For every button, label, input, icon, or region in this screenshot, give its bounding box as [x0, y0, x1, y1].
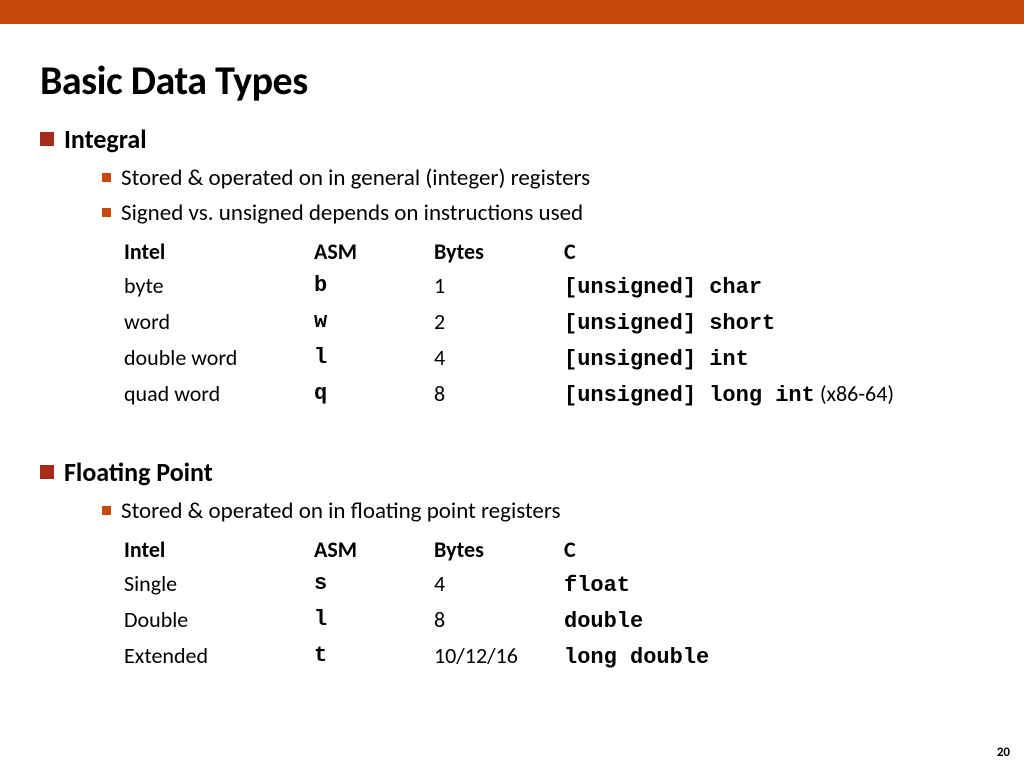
col-header-asm: ASM — [314, 235, 434, 269]
cell-asm: q — [314, 377, 434, 413]
cell-asm: l — [314, 603, 434, 639]
bullet-list: Stored & operated on in floating point r… — [102, 496, 984, 527]
cell-bytes: 8 — [434, 377, 564, 413]
cell-bytes: 2 — [434, 305, 564, 341]
col-header-intel: Intel — [124, 235, 314, 269]
table-row: Extended t 10/12/16 long double — [124, 639, 984, 675]
col-header-intel: Intel — [124, 533, 314, 567]
cell-bytes: 4 — [434, 341, 564, 377]
table-row: quad word q 8 [unsigned] long int (x86-6… — [124, 377, 984, 413]
table-row: double word l 4 [unsigned] int — [124, 341, 984, 377]
table-row: byte b 1 [unsigned] char — [124, 269, 984, 305]
bullet-text: Stored & operated on in general (integer… — [121, 163, 590, 194]
section-floating-point: Floating Point Stored & operated on in f… — [40, 456, 984, 675]
cell-intel: double word — [124, 341, 314, 377]
small-square-bullet-icon — [102, 173, 111, 182]
table-row: Single s 4 float — [124, 567, 984, 603]
cell-asm: w — [314, 305, 434, 341]
cell-asm: l — [314, 341, 434, 377]
section-title: Floating Point — [64, 456, 213, 488]
cell-intel: Extended — [124, 639, 314, 675]
cell-c: [unsigned] int — [564, 341, 984, 377]
bullet-list: Stored & operated on in general (integer… — [102, 163, 984, 229]
square-bullet-icon — [40, 132, 54, 146]
col-header-bytes: Bytes — [434, 235, 564, 269]
slide-title: Basic Data Types — [40, 56, 984, 105]
cell-asm: t — [314, 639, 434, 675]
section-head: Integral — [40, 123, 984, 155]
small-square-bullet-icon — [102, 506, 111, 515]
list-item: Signed vs. unsigned depends on instructi… — [102, 198, 984, 229]
cell-intel: word — [124, 305, 314, 341]
page-number: 20 — [997, 745, 1010, 760]
cell-c: long double — [564, 639, 984, 675]
cell-intel: Double — [124, 603, 314, 639]
bullet-text: Stored & operated on in floating point r… — [121, 496, 561, 527]
col-header-bytes: Bytes — [434, 533, 564, 567]
list-item: Stored & operated on in floating point r… — [102, 496, 984, 527]
table-header-row: Intel ASM Bytes C — [124, 235, 984, 269]
table-row: Double l 8 double — [124, 603, 984, 639]
section-title: Integral — [64, 123, 147, 155]
cell-intel: quad word — [124, 377, 314, 413]
cell-intel: byte — [124, 269, 314, 305]
section-integral: Integral Stored & operated on in general… — [40, 123, 984, 414]
bullet-text: Signed vs. unsigned depends on instructi… — [121, 198, 583, 229]
data-types-table: Intel ASM Bytes C byte b 1 [unsigned] ch… — [124, 235, 984, 413]
section-head: Floating Point — [40, 456, 984, 488]
table-row: word w 2 [unsigned] short — [124, 305, 984, 341]
cell-bytes: 4 — [434, 567, 564, 603]
square-bullet-icon — [40, 465, 54, 479]
header-bar — [0, 0, 1024, 24]
cell-bytes: 8 — [434, 603, 564, 639]
data-types-table: Intel ASM Bytes C Single s 4 float Doubl… — [124, 533, 984, 675]
cell-c: [unsigned] long int (x86-64) — [564, 377, 984, 413]
cell-bytes: 1 — [434, 269, 564, 305]
cell-c: [unsigned] short — [564, 305, 984, 341]
cell-c: float — [564, 567, 984, 603]
list-item: Stored & operated on in general (integer… — [102, 163, 984, 194]
slide-content: Basic Data Types Integral Stored & opera… — [0, 24, 1024, 675]
col-header-c: C — [564, 533, 984, 567]
cell-bytes: 10/12/16 — [434, 639, 564, 675]
col-header-asm: ASM — [314, 533, 434, 567]
col-header-c: C — [564, 235, 984, 269]
small-square-bullet-icon — [102, 208, 111, 217]
cell-intel: Single — [124, 567, 314, 603]
table-header-row: Intel ASM Bytes C — [124, 533, 984, 567]
cell-c: double — [564, 603, 984, 639]
cell-asm: s — [314, 567, 434, 603]
cell-c: [unsigned] char — [564, 269, 984, 305]
cell-asm: b — [314, 269, 434, 305]
